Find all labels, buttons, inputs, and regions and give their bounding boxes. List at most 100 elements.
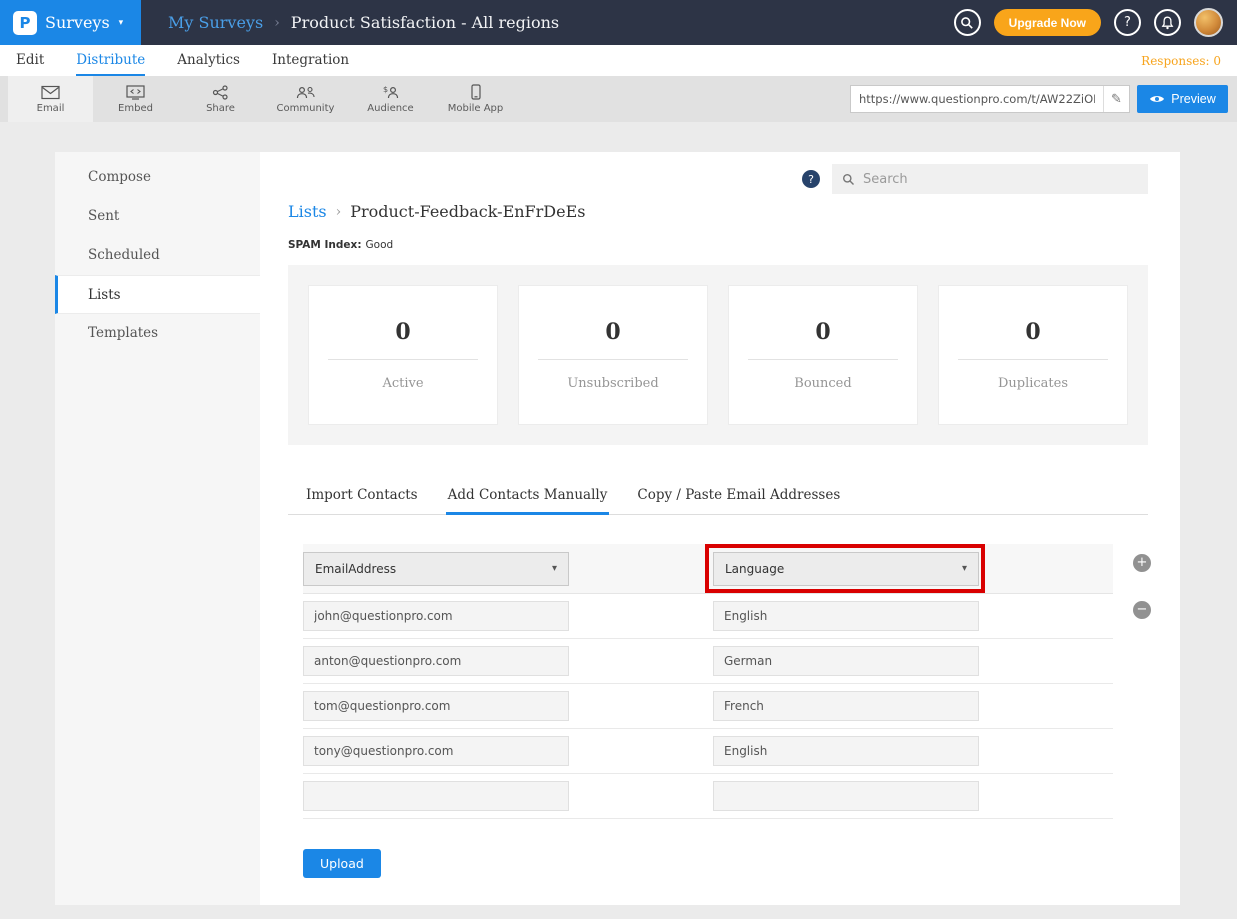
topbar: P Surveys ▾ My Surveys › Product Satisfa… xyxy=(0,0,1237,45)
search-button[interactable] xyxy=(954,9,981,36)
chevron-right-icon: › xyxy=(274,15,280,31)
table-row xyxy=(303,729,1113,774)
tab-edit[interactable]: Edit xyxy=(16,45,44,76)
survey-subnav: Edit Distribute Analytics Integration Re… xyxy=(0,45,1237,76)
contact-stats: 0 Active 0 Unsubscribed 0 Bounced 0 xyxy=(288,265,1148,445)
contacts-tabs: Import Contacts Add Contacts Manually Co… xyxy=(288,477,1148,515)
mobile-app-icon xyxy=(470,84,482,100)
content-top-bar: ? xyxy=(288,164,1148,194)
stat-card-unsubscribed: 0 Unsubscribed xyxy=(518,285,708,425)
table-row xyxy=(303,594,1113,639)
breadcrumb-lists-link[interactable]: Lists xyxy=(288,202,327,221)
survey-url-input[interactable] xyxy=(851,92,1103,106)
language-input[interactable] xyxy=(713,601,979,631)
email-sidebar: Compose Sent Scheduled Lists Templates xyxy=(55,152,260,905)
remove-column-button[interactable]: − xyxy=(1133,601,1151,619)
stat-label: Bounced xyxy=(794,376,851,391)
select-value: Language xyxy=(725,562,784,576)
email-input[interactable] xyxy=(303,646,569,676)
audience-icon: $ xyxy=(381,85,401,100)
email-input[interactable] xyxy=(303,736,569,766)
tab-distribute[interactable]: Distribute xyxy=(76,45,145,76)
language-input[interactable] xyxy=(713,736,979,766)
stat-label: Duplicates xyxy=(998,376,1068,391)
spam-index-label: SPAM Index: xyxy=(288,239,362,251)
divider xyxy=(958,359,1108,360)
table-row xyxy=(303,639,1113,684)
breadcrumb-list-name: Product-Feedback-EnFrDeEs xyxy=(350,202,585,221)
table-row xyxy=(303,684,1113,729)
preview-button[interactable]: Preview xyxy=(1137,85,1228,113)
survey-url-box: ✎ xyxy=(850,85,1130,113)
embed-icon xyxy=(126,85,145,100)
toolbar-item-email[interactable]: Email xyxy=(8,76,93,122)
sidebar-item-sent[interactable]: Sent xyxy=(55,197,260,236)
stat-value: 0 xyxy=(605,319,620,345)
help-icon[interactable]: ? xyxy=(802,170,820,188)
breadcrumb-my-surveys[interactable]: My Surveys xyxy=(168,13,263,32)
toolbar-item-mobile-app[interactable]: Mobile App xyxy=(433,76,518,122)
divider xyxy=(538,359,688,360)
add-column-button[interactable]: + xyxy=(1133,554,1151,572)
search-input[interactable] xyxy=(863,172,1138,187)
toolbar-item-label: Mobile App xyxy=(448,103,504,114)
toolbar-item-label: Community xyxy=(277,103,335,114)
toolbar-item-label: Embed xyxy=(118,103,153,114)
help-button[interactable]: ? xyxy=(1114,9,1141,36)
stat-value: 0 xyxy=(1025,319,1040,345)
toolbar-item-community[interactable]: Community xyxy=(263,76,348,122)
responses-count[interactable]: Responses: 0 xyxy=(1141,45,1221,76)
sidebar-item-lists[interactable]: Lists xyxy=(55,275,260,314)
contact-search-box xyxy=(832,164,1148,194)
stat-label: Unsubscribed xyxy=(567,376,658,391)
email-distribution-card: Compose Sent Scheduled Lists Templates ?… xyxy=(55,152,1180,905)
language-column-select[interactable]: Language ▾ xyxy=(713,552,979,586)
upgrade-now-button[interactable]: Upgrade Now xyxy=(994,9,1101,36)
toolbar-item-audience[interactable]: $ Audience xyxy=(348,76,433,122)
tab-import-contacts[interactable]: Import Contacts xyxy=(304,477,420,515)
sidebar-item-compose[interactable]: Compose xyxy=(55,158,260,197)
tab-copy-paste-emails[interactable]: Copy / Paste Email Addresses xyxy=(635,477,842,515)
list-breadcrumb: Lists › Product-Feedback-EnFrDeEs xyxy=(288,202,1148,221)
sidebar-item-templates[interactable]: Templates xyxy=(55,314,260,353)
avatar[interactable] xyxy=(1194,8,1223,37)
upload-button[interactable]: Upload xyxy=(303,849,381,878)
tab-add-contacts-manually[interactable]: Add Contacts Manually xyxy=(446,477,610,515)
select-value: EmailAddress xyxy=(315,562,396,576)
contacts-table: EmailAddress ▾ Language ▾ xyxy=(303,544,1113,819)
email-input[interactable] xyxy=(303,691,569,721)
tab-analytics[interactable]: Analytics xyxy=(177,45,240,76)
toolbar-item-label: Audience xyxy=(367,103,413,114)
tab-integration[interactable]: Integration xyxy=(272,45,349,76)
email-input[interactable] xyxy=(303,781,569,811)
stat-card-active: 0 Active xyxy=(308,285,498,425)
svg-text:$: $ xyxy=(383,85,388,94)
stat-card-bounced: 0 Bounced xyxy=(728,285,918,425)
search-icon xyxy=(842,173,855,186)
preview-label: Preview xyxy=(1171,92,1215,106)
community-icon xyxy=(296,85,316,100)
breadcrumb-survey-title: Product Satisfaction - All regions xyxy=(291,13,559,32)
table-header-row: EmailAddress ▾ Language ▾ xyxy=(303,544,1113,594)
spam-index: SPAM Index: Good xyxy=(288,239,1148,251)
language-input[interactable] xyxy=(713,646,979,676)
stat-value: 0 xyxy=(395,319,410,345)
questionpro-logo: P xyxy=(13,11,37,35)
toolbar-item-share[interactable]: Share xyxy=(178,76,263,122)
toolbar-item-embed[interactable]: Embed xyxy=(93,76,178,122)
toolbar-item-label: Share xyxy=(206,103,235,114)
distribute-toolbar: Email Embed Share Community $ xyxy=(0,76,1237,122)
chevron-down-icon: ▾ xyxy=(552,563,557,574)
language-input[interactable] xyxy=(713,691,979,721)
email-column-select[interactable]: EmailAddress ▾ xyxy=(303,552,569,586)
sidebar-item-scheduled[interactable]: Scheduled xyxy=(55,236,260,275)
notifications-button[interactable] xyxy=(1154,9,1181,36)
divider xyxy=(748,359,898,360)
topbar-actions: Upgrade Now ? xyxy=(954,8,1237,37)
spam-index-value: Good xyxy=(366,239,394,251)
edit-url-icon[interactable]: ✎ xyxy=(1103,86,1129,112)
eye-icon xyxy=(1149,94,1165,104)
app-logo-menu[interactable]: P Surveys ▾ xyxy=(0,0,141,45)
email-input[interactable] xyxy=(303,601,569,631)
language-input[interactable] xyxy=(713,781,979,811)
